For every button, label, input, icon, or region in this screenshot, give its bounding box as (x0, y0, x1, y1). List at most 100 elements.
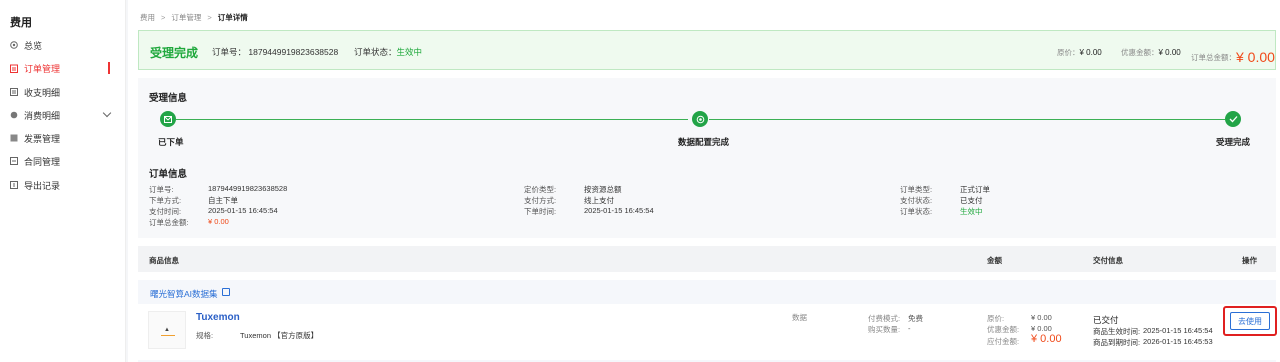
field-label: 订单号: (149, 185, 174, 194)
field-label: 订单总金额: (149, 218, 189, 227)
orig-label: 原价: (987, 314, 1005, 323)
export-icon (10, 181, 18, 189)
column-header: 操作 (1242, 256, 1257, 265)
field-value: 按资源总额 (584, 185, 622, 194)
pay-label: 应付金额: (987, 337, 1020, 346)
group-name[interactable]: 曙光智算AI数据集 (150, 288, 218, 300)
invoice-icon (10, 134, 18, 142)
sidebar-title: 费用 (10, 17, 32, 29)
step-label: 受理完成 (1216, 137, 1251, 147)
breadcrumb: 费用 > 订单管理 > 订单详情 (140, 12, 248, 23)
check-icon (1225, 111, 1241, 127)
sidebar-item-orders[interactable]: 订单管理 (0, 57, 126, 79)
billing-label: 付费模式: (868, 314, 901, 323)
sidebar-item-label: 合同管理 (24, 156, 61, 167)
field-value: 正式订单 (960, 185, 990, 194)
sidebar-item-label: 收支明细 (24, 87, 61, 98)
sidebar: 费用 总览 订单管理 收支明细 消费明细 发票管理 合同管理 导出记录 (0, 0, 126, 362)
disc-label: 优惠金额: (987, 325, 1020, 334)
orig-value: ¥ 0.00 (1031, 313, 1052, 322)
field-value: 线上支付 (584, 196, 614, 205)
field-label: 支付时间: (149, 207, 182, 216)
pay-value: ¥ 0.00 (1031, 333, 1062, 345)
field-label: 订单状态: (900, 207, 933, 216)
field-value: 2025-01-15 16:45:54 (584, 206, 654, 215)
sidebar-item-label: 发票管理 (24, 133, 61, 144)
breadcrumb-link[interactable]: 费用 (140, 12, 155, 23)
effective-label: 商品生效时间: (1093, 327, 1141, 336)
breadcrumb-link[interactable]: 订单管理 (171, 12, 201, 23)
spec-value: Tuxemon 【官方原版】 (240, 331, 319, 340)
billing-value: 免费 (908, 314, 923, 323)
data-config-icon (692, 111, 708, 127)
product-category: 数据 (792, 313, 807, 322)
order-number: 订单号： 1879449919823638528 (212, 47, 339, 57)
field-label: 下单时间: (524, 207, 557, 216)
chevron-down-icon[interactable] (102, 108, 112, 118)
progress-line (176, 119, 688, 120)
field-label: 下单方式: (149, 196, 182, 205)
breadcrumb-current: 订单详情 (217, 13, 248, 22)
order-total: 订单总金额：¥ 0.00 (1191, 49, 1275, 65)
sidebar-item-overview[interactable]: 总览 (0, 34, 126, 56)
sidebar-item-contracts[interactable]: 合同管理 (0, 150, 126, 172)
field-value: 已支付 (960, 196, 983, 205)
delivery-status: 已交付 (1093, 315, 1119, 325)
order-icon (10, 64, 18, 73)
field-label: 订单类型: (900, 185, 933, 194)
sidebar-item-export[interactable]: 导出记录 (0, 174, 126, 196)
step-label: 已下单 (158, 137, 184, 147)
discount-amount: 优惠金额：¥ 0.00 (1121, 48, 1181, 57)
sidebar-item-ledger[interactable]: 收支明细 (0, 81, 126, 103)
product-name[interactable]: Tuxemon (196, 312, 240, 323)
sidebar-item-label: 消费明细 (24, 110, 61, 121)
field-label: 支付状态: (900, 196, 933, 205)
field-value: 自主下单 (208, 196, 238, 205)
active-indicator (108, 62, 110, 74)
sidebar-item-label: 导出记录 (24, 180, 61, 191)
column-header: 交付信息 (1093, 256, 1123, 265)
field-value: 2025-01-15 16:45:54 (208, 206, 278, 215)
effective-value: 2025-01-15 16:45:54 (1143, 326, 1213, 335)
qty-label: 购买数量: (868, 325, 901, 334)
use-button[interactable]: 去使用 (1230, 312, 1270, 330)
order-placed-icon (160, 111, 176, 127)
sidebar-item-label: 总览 (24, 40, 43, 51)
consumption-icon (10, 111, 18, 119)
breadcrumb-separator-icon: > (161, 13, 166, 22)
product-thumbnail: ▲ (148, 311, 186, 349)
status-title: 受理完成 (150, 46, 199, 60)
logo-icon: ▲ (164, 327, 170, 333)
sidebar-item-consumption[interactable]: 消费明细 (0, 104, 126, 126)
column-header: 金额 (987, 256, 1002, 265)
spec-label: 规格: (196, 331, 214, 340)
expire-value: 2026-01-15 16:45:53 (1143, 337, 1213, 346)
breadcrumb-separator-icon: > (207, 13, 212, 22)
progress-line (709, 119, 1225, 120)
contract-icon (10, 157, 18, 165)
original-price: 原价：¥ 0.00 (1057, 48, 1102, 57)
disc-value: ¥ 0.00 (1031, 324, 1052, 333)
order-info-title: 订单信息 (149, 169, 188, 180)
column-header: 商品信息 (149, 256, 179, 265)
table-row: ▲ Tuxemon 规格: Tuxemon 【官方原版】 数据 付费模式: 免费… (138, 304, 1277, 360)
field-label: 定价类型: (524, 185, 557, 194)
info-card: 受理信息 已下单 数据配置完成 受理完成 订单信息 订单号: 187944991… (138, 78, 1276, 238)
overview-icon (10, 41, 18, 49)
logo-underline (161, 335, 175, 336)
copy-icon[interactable] (222, 288, 230, 296)
qty-value: - (908, 324, 911, 333)
accept-info-title: 受理信息 (149, 93, 188, 104)
step-label: 数据配置完成 (678, 137, 730, 147)
status-banner: 受理完成 订单号： 1879449919823638528 订单状态：生效中 原… (138, 30, 1276, 70)
sidebar-item-label: 订单管理 (24, 63, 61, 74)
order-status: 订单状态：生效中 (354, 47, 423, 57)
field-value: ¥ 0.00 (208, 217, 229, 226)
expire-label: 商品到期时间: (1093, 338, 1141, 347)
product-group: 曙光智算AI数据集 ▲ Tuxemon 规格: Tuxemon 【官方原版】 数… (138, 280, 1277, 362)
main-content: 费用 > 订单管理 > 订单详情 受理完成 订单号： 1879449919823… (128, 0, 1280, 362)
field-value: 生效中 (960, 207, 983, 216)
field-label: 支付方式: (524, 196, 557, 205)
ledger-icon (10, 88, 18, 96)
sidebar-item-invoices[interactable]: 发票管理 (0, 127, 126, 149)
